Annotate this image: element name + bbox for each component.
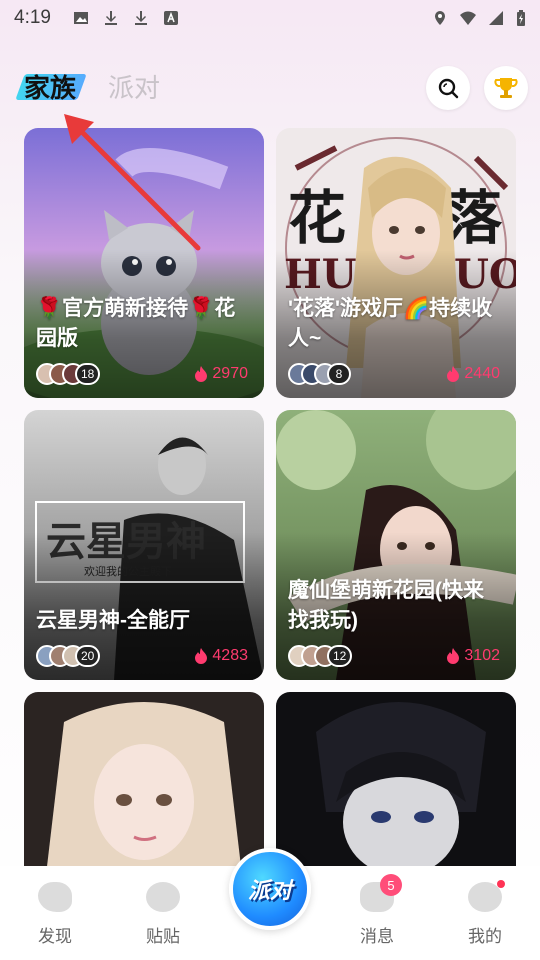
status-bar: 4:19	[0, 0, 540, 36]
heat-value: 3102	[464, 647, 500, 664]
download-icon	[104, 11, 117, 25]
heat-value: 4283	[212, 647, 248, 664]
room-footer: 20 4283	[36, 644, 248, 668]
room-title: 🌹官方萌新接待🌹花园版	[36, 297, 236, 350]
signal-icon	[489, 11, 503, 25]
room-card[interactable]: 魔仙堡萌新花园(快来找我玩) 12 3102	[276, 410, 516, 680]
room-cover-image	[276, 692, 516, 892]
fire-icon	[447, 366, 460, 382]
member-avatars: 8	[288, 363, 351, 385]
battery-icon	[517, 10, 525, 26]
trophy-icon	[494, 78, 518, 98]
nav-me-label: 我的	[468, 927, 502, 946]
location-icon	[435, 11, 445, 25]
tab-family-label: 家族	[24, 73, 77, 103]
member-count: 20	[75, 645, 101, 667]
heat-value: 2970	[212, 365, 248, 382]
tab-party-label: 派对	[108, 73, 161, 103]
nav-discover-label: 发现	[38, 927, 72, 946]
member-avatars: 20	[36, 645, 101, 667]
member-count: 12	[327, 645, 353, 667]
room-title: '花落'游戏厅🌈持续收人~	[288, 297, 493, 350]
member-avatars: 18	[36, 363, 101, 385]
notification-dot	[497, 880, 505, 888]
message-icon: 5	[360, 874, 402, 912]
status-time: 4:19	[14, 7, 51, 28]
room-title: 云星男神-全能厅	[36, 609, 190, 632]
svg-text:花: 花	[288, 184, 346, 252]
fire-icon	[195, 366, 208, 382]
message-badge: 5	[380, 874, 402, 896]
ranking-button[interactable]	[484, 66, 528, 110]
member-avatars: 12	[288, 645, 353, 667]
room-cover-image	[24, 692, 264, 892]
room-heat: 4283	[194, 647, 248, 665]
image-icon	[73, 12, 88, 24]
room-card[interactable]: 花 落 HU UO '花落'游戏厅🌈持续收人~ 8 2440	[276, 128, 516, 398]
room-card[interactable]: 云星男神 欢迎我的公主殿下 云星男神-全能厅 20 4283	[24, 410, 264, 680]
room-heat: 3102	[446, 647, 500, 665]
heat-value: 2440	[464, 365, 500, 382]
room-title: 魔仙堡萌新花园(快来找我玩)	[288, 579, 484, 632]
discover-icon	[38, 882, 72, 912]
member-count: 8	[327, 363, 351, 385]
search-button[interactable]	[426, 66, 470, 110]
posts-icon	[146, 882, 180, 912]
nav-posts[interactable]: 贴贴	[128, 882, 198, 947]
nav-messages[interactable]: 5 消息	[342, 874, 412, 947]
room-card[interactable]: 🌹官方萌新接待🌹花园版 18 2970	[24, 128, 264, 398]
header: 家族 派对	[0, 60, 540, 116]
nav-discover[interactable]: 发现	[20, 882, 90, 947]
room-card[interactable]	[276, 692, 516, 892]
app-notification-icon	[163, 11, 178, 25]
fire-icon	[447, 648, 460, 664]
nav-posts-label: 贴贴	[146, 927, 180, 946]
room-heat: 2440	[446, 365, 500, 383]
room-card[interactable]	[24, 692, 264, 892]
nav-messages-label: 消息	[360, 927, 394, 946]
party-center-label: 派对	[247, 878, 292, 903]
wifi-icon	[460, 11, 476, 25]
fire-icon	[195, 648, 208, 664]
room-footer: 8 2440	[288, 362, 500, 386]
party-center-button[interactable]: 派对	[229, 848, 311, 930]
nav-me[interactable]: 我的	[450, 880, 520, 947]
tab-family[interactable]: 家族	[15, 68, 87, 105]
member-count: 18	[75, 363, 101, 385]
download-icon	[134, 11, 147, 25]
profile-icon	[468, 880, 505, 912]
tab-party[interactable]: 派对	[108, 68, 160, 105]
search-icon	[438, 78, 459, 99]
room-footer: 12 3102	[288, 644, 500, 668]
room-heat: 2970	[194, 365, 248, 383]
room-footer: 18 2970	[36, 362, 248, 386]
